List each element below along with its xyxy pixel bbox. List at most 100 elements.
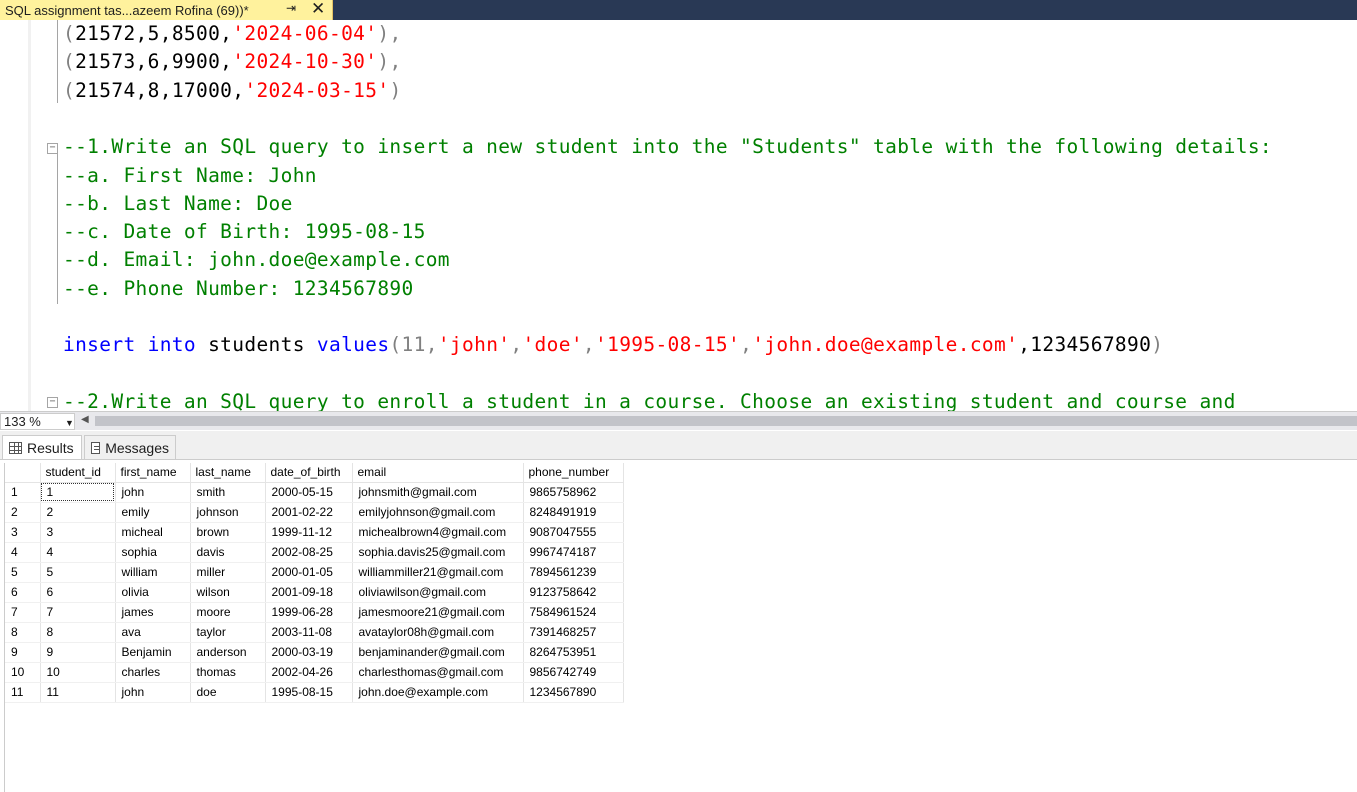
grid-cell[interactable]: 2000-03-19 <box>265 642 353 663</box>
grid-cell[interactable]: oliviawilson@gmail.com <box>352 582 524 603</box>
grid-cell[interactable]: 9856742749 <box>523 662 624 683</box>
grid-cell[interactable]: 9123758642 <box>523 582 624 603</box>
grid-cell[interactable]: doe <box>190 682 266 703</box>
grid-cell[interactable]: 7391468257 <box>523 622 624 643</box>
grid-cell[interactable]: 2000-01-05 <box>265 562 353 583</box>
table-row[interactable]: 7 7 james moore 1999-06-28 jamesmoore21@gmail… <box>5 602 624 623</box>
grid-cell[interactable]: 9865758962 <box>523 482 624 503</box>
row-number-cell[interactable]: 6 <box>5 582 41 603</box>
grid-cell[interactable]: wilson <box>190 582 266 603</box>
grid-cell[interactable]: 2002-04-26 <box>265 662 353 683</box>
grid-cell[interactable]: john <box>115 482 191 503</box>
collapse-region-icon[interactable]: − <box>47 397 58 408</box>
row-number-cell[interactable]: 10 <box>5 662 41 683</box>
grid-cell[interactable]: 10 <box>40 662 116 683</box>
column-header[interactable]: phone_number <box>523 463 624 483</box>
grid-cell[interactable]: 2000-05-15 <box>265 482 353 503</box>
grid-cell[interactable]: smith <box>190 482 266 503</box>
grid-cell[interactable]: moore <box>190 602 266 623</box>
row-number-cell[interactable]: 3 <box>5 522 41 543</box>
row-number-cell[interactable]: 9 <box>5 642 41 663</box>
grid-cell[interactable]: 1 <box>40 482 116 503</box>
grid-cell[interactable]: sophia <box>115 542 191 563</box>
grid-cell[interactable]: taylor <box>190 622 266 643</box>
row-number-cell[interactable]: 11 <box>5 682 41 703</box>
zoom-dropdown[interactable]: 133 % ▼ <box>0 413 75 430</box>
grid-cell[interactable]: johnsmith@gmail.com <box>352 482 524 503</box>
grid-cell[interactable]: john <box>115 682 191 703</box>
column-header[interactable]: last_name <box>190 463 266 483</box>
grid-cell[interactable]: 1234567890 <box>523 682 624 703</box>
grid-cell[interactable]: charles <box>115 662 191 683</box>
grid-cell[interactable]: charlesthomas@gmail.com <box>352 662 524 683</box>
query-editor[interactable]: − − (21572,5,8500,'2024-06-04'), (21573,… <box>0 20 1357 411</box>
table-row[interactable]: 2 2 emily johnson 2001-02-22 emilyjohnson@gma… <box>5 502 624 523</box>
table-row[interactable]: 3 3 micheal brown 1999-11-12 michealbrown4@gm… <box>5 522 624 543</box>
row-number-cell[interactable]: 2 <box>5 502 41 523</box>
grid-cell[interactable]: john.doe@example.com <box>352 682 524 703</box>
grid-cell[interactable]: 4 <box>40 542 116 563</box>
grid-cell[interactable]: 1999-11-12 <box>265 522 353 543</box>
grid-cell[interactable]: thomas <box>190 662 266 683</box>
grid-cell[interactable]: johnson <box>190 502 266 523</box>
grid-cell[interactable]: james <box>115 602 191 623</box>
grid-cell[interactable]: benjaminander@gmail.com <box>352 642 524 663</box>
grid-cell[interactable]: avataylor08h@gmail.com <box>352 622 524 643</box>
row-number-header[interactable] <box>5 463 41 483</box>
grid-cell[interactable]: davis <box>190 542 266 563</box>
row-number-cell[interactable]: 8 <box>5 622 41 643</box>
grid-cell[interactable]: 2 <box>40 502 116 523</box>
grid-cell[interactable]: 8 <box>40 622 116 643</box>
row-number-cell[interactable]: 5 <box>5 562 41 583</box>
table-row[interactable]: 11 11 john doe 1995-08-15 john.doe@example.co… <box>5 682 624 703</box>
grid-cell[interactable]: 2002-08-25 <box>265 542 353 563</box>
grid-cell[interactable]: 1999-06-28 <box>265 602 353 623</box>
table-row[interactable]: 5 5 william miller 2000-01-05 williammiller21… <box>5 562 624 583</box>
grid-cell[interactable]: 8248491919 <box>523 502 624 523</box>
grid-cell[interactable]: williammiller21@gmail.com <box>352 562 524 583</box>
table-row[interactable]: 1 1 john smith 2000-05-15 johnsmith@gmail.com… <box>5 482 624 503</box>
grid-cell[interactable]: 7 <box>40 602 116 623</box>
grid-cell[interactable]: emilyjohnson@gmail.com <box>352 502 524 523</box>
close-icon[interactable]: ✕ <box>311 0 325 19</box>
scroll-left-icon[interactable]: ◀ <box>81 414 89 425</box>
grid-cell[interactable]: william <box>115 562 191 583</box>
grid-cell[interactable]: 5 <box>40 562 116 583</box>
grid-cell[interactable]: brown <box>190 522 266 543</box>
grid-cell[interactable]: micheal <box>115 522 191 543</box>
row-number-cell[interactable]: 1 <box>5 482 41 503</box>
grid-cell[interactable]: 7584961524 <box>523 602 624 623</box>
row-number-cell[interactable]: 7 <box>5 602 41 623</box>
grid-cell[interactable]: 2003-11-08 <box>265 622 353 643</box>
table-row[interactable]: 10 10 charles thomas 2002-04-26 charlesthomas… <box>5 662 624 683</box>
pin-icon[interactable]: ⇥ <box>286 1 296 15</box>
table-row[interactable]: 6 6 olivia wilson 2001-09-18 oliviawilson@gma… <box>5 582 624 603</box>
grid-cell[interactable]: emily <box>115 502 191 523</box>
grid-cell[interactable]: 2001-09-18 <box>265 582 353 603</box>
grid-cell[interactable]: sophia.davis25@gmail.com <box>352 542 524 563</box>
grid-cell[interactable]: 11 <box>40 682 116 703</box>
grid-cell[interactable]: miller <box>190 562 266 583</box>
column-header[interactable]: first_name <box>115 463 191 483</box>
results-grid[interactable]: student_id first_name last_name date_of_… <box>5 463 624 703</box>
tab-results[interactable]: Results <box>2 435 82 459</box>
grid-cell[interactable]: 8264753951 <box>523 642 624 663</box>
document-tab[interactable]: SQL assignment tas...azeem Rofina (69))*… <box>0 0 333 20</box>
grid-cell[interactable]: 9087047555 <box>523 522 624 543</box>
grid-cell[interactable]: 3 <box>40 522 116 543</box>
table-row[interactable]: 9 9 Benjamin anderson 2000-03-19 benjaminande… <box>5 642 624 663</box>
grid-cell[interactable]: ava <box>115 622 191 643</box>
grid-cell[interactable]: 7894561239 <box>523 562 624 583</box>
row-number-cell[interactable]: 4 <box>5 542 41 563</box>
grid-cell[interactable]: 6 <box>40 582 116 603</box>
table-row[interactable]: 4 4 sophia davis 2002-08-25 sophia.davis25@gm… <box>5 542 624 563</box>
column-header[interactable]: email <box>352 463 524 483</box>
table-row[interactable]: 8 8 ava taylor 2003-11-08 avataylor08h@gmail.… <box>5 622 624 643</box>
collapse-region-icon[interactable]: − <box>47 143 58 154</box>
grid-cell[interactable]: 9967474187 <box>523 542 624 563</box>
column-header[interactable]: student_id <box>40 463 116 483</box>
grid-cell[interactable]: olivia <box>115 582 191 603</box>
grid-cell[interactable]: michealbrown4@gmail.com <box>352 522 524 543</box>
tab-messages[interactable]: Messages <box>84 435 176 459</box>
horizontal-scrollbar[interactable] <box>95 416 1357 426</box>
